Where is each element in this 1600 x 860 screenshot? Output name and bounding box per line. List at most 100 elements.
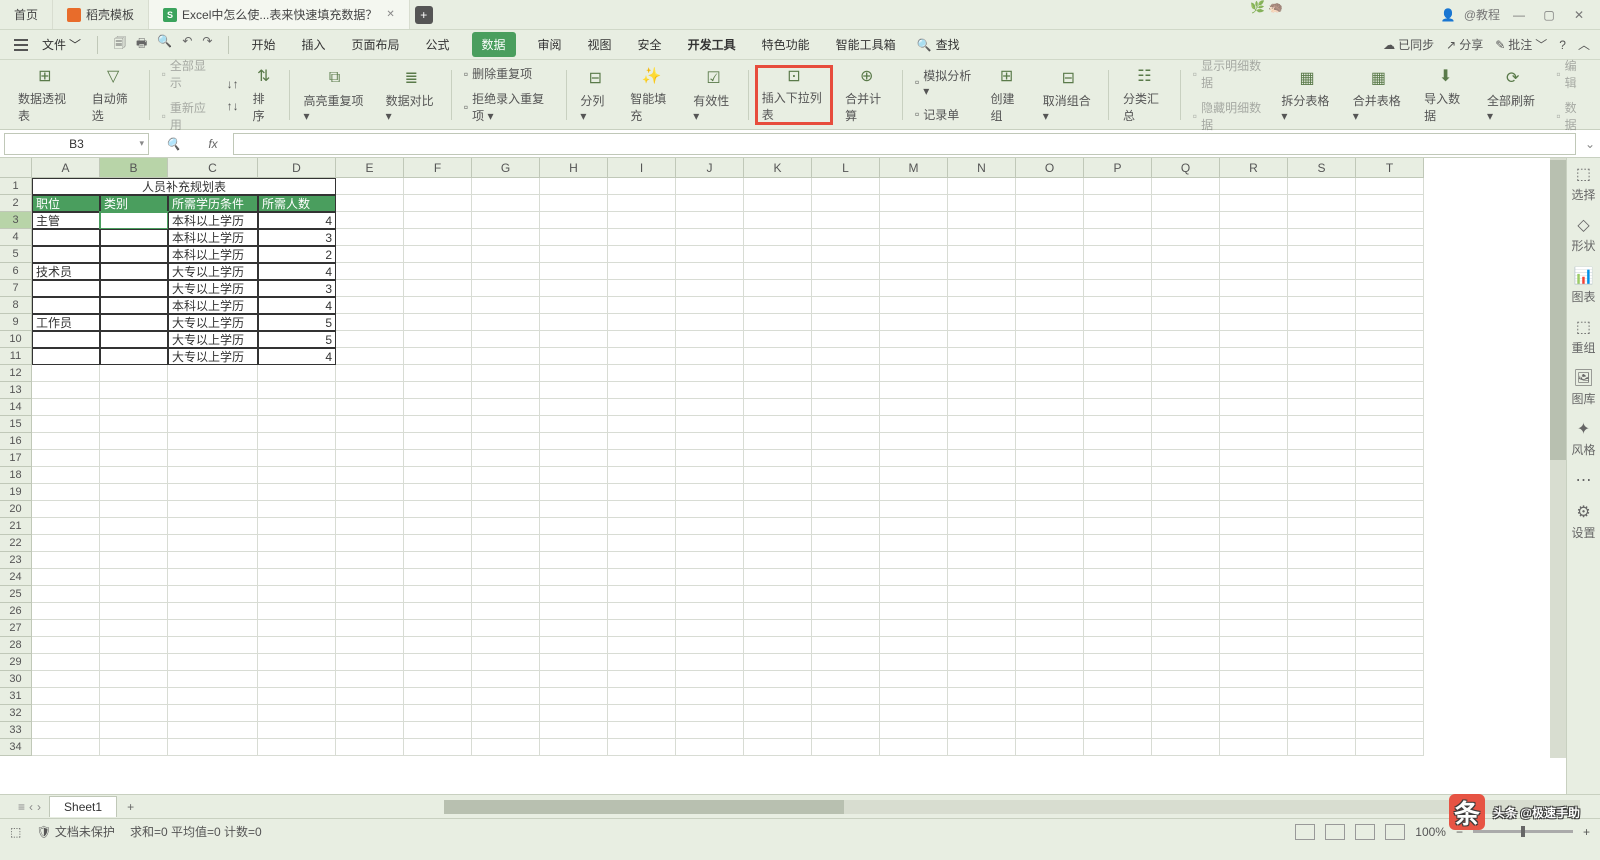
cell-A17[interactable] (32, 450, 100, 467)
cell-K17[interactable] (744, 450, 812, 467)
cell-P5[interactable] (1084, 246, 1152, 263)
cell-Q4[interactable] (1152, 229, 1220, 246)
cell-S22[interactable] (1288, 535, 1356, 552)
cell-M11[interactable] (880, 348, 948, 365)
cell-T26[interactable] (1356, 603, 1424, 620)
cell-K9[interactable] (744, 314, 812, 331)
cell-R25[interactable] (1220, 586, 1288, 603)
cell-N14[interactable] (948, 399, 1016, 416)
cell-A11[interactable] (32, 348, 100, 365)
cell-C15[interactable] (168, 416, 258, 433)
cell-B19[interactable] (100, 484, 168, 501)
cell-O2[interactable] (1016, 195, 1084, 212)
cell-E15[interactable] (336, 416, 404, 433)
preview-icon[interactable]: 🔍 (157, 34, 172, 55)
cell-H11[interactable] (540, 348, 608, 365)
cell-D22[interactable] (258, 535, 336, 552)
cell-Q5[interactable] (1152, 246, 1220, 263)
cell-N4[interactable] (948, 229, 1016, 246)
cell-O16[interactable] (1016, 433, 1084, 450)
cell-I20[interactable] (608, 501, 676, 518)
sidepanel-图表[interactable]: 📊图表 (1571, 266, 1595, 305)
cell-R27[interactable] (1220, 620, 1288, 637)
cell-T15[interactable] (1356, 416, 1424, 433)
cell-E12[interactable] (336, 365, 404, 382)
cell-T28[interactable] (1356, 637, 1424, 654)
cell-N18[interactable] (948, 467, 1016, 484)
cell-F27[interactable] (404, 620, 472, 637)
cell-C17[interactable] (168, 450, 258, 467)
row-header-12[interactable]: 12 (0, 365, 32, 382)
cell-S28[interactable] (1288, 637, 1356, 654)
cell-E11[interactable] (336, 348, 404, 365)
cell-D34[interactable] (258, 739, 336, 756)
cell-E24[interactable] (336, 569, 404, 586)
cell-B11[interactable] (100, 348, 168, 365)
cell-F14[interactable] (404, 399, 472, 416)
cell-D3[interactable]: 4 (258, 212, 336, 229)
cell-G6[interactable] (472, 263, 540, 280)
formula-input[interactable] (233, 133, 1576, 155)
cell-I14[interactable] (608, 399, 676, 416)
ribbon-数据透视表[interactable]: ⊞数据透视表 (10, 65, 80, 125)
cell-B14[interactable] (100, 399, 168, 416)
sidepanel-设置[interactable]: ⚙设置 (1571, 502, 1595, 541)
cell-E28[interactable] (336, 637, 404, 654)
row-header-16[interactable]: 16 (0, 433, 32, 450)
cell-P25[interactable] (1084, 586, 1152, 603)
row-header-6[interactable]: 6 (0, 263, 32, 280)
cell-Q16[interactable] (1152, 433, 1220, 450)
row-header-34[interactable]: 34 (0, 739, 32, 756)
cell-T4[interactable] (1356, 229, 1424, 246)
cell-S11[interactable] (1288, 348, 1356, 365)
cell-O24[interactable] (1016, 569, 1084, 586)
cell-H10[interactable] (540, 331, 608, 348)
search-group[interactable]: 🔍查找 (917, 36, 960, 53)
cell-S27[interactable] (1288, 620, 1356, 637)
menu-tab-安全[interactable]: 安全 (634, 32, 666, 57)
cell-P9[interactable] (1084, 314, 1152, 331)
cell-M15[interactable] (880, 416, 948, 433)
scroll-thumb[interactable] (444, 800, 844, 814)
cell-P27[interactable] (1084, 620, 1152, 637)
cell-S13[interactable] (1288, 382, 1356, 399)
cell-R11[interactable] (1220, 348, 1288, 365)
ribbon-合并计算[interactable]: ⊕合并计算 (837, 65, 896, 125)
ribbon-拒绝录入重复项[interactable]: ▫拒绝录入重复项 ▾ (458, 88, 560, 126)
row-header-11[interactable]: 11 (0, 348, 32, 365)
cell-D15[interactable] (258, 416, 336, 433)
cell-G17[interactable] (472, 450, 540, 467)
cell-H32[interactable] (540, 705, 608, 722)
cell-S17[interactable] (1288, 450, 1356, 467)
cell-T33[interactable] (1356, 722, 1424, 739)
cell-K13[interactable] (744, 382, 812, 399)
cell-M13[interactable] (880, 382, 948, 399)
cell-B7[interactable] (100, 280, 168, 297)
col-header-N[interactable]: N (948, 158, 1016, 178)
cell-G1[interactable] (472, 178, 540, 195)
cell-N21[interactable] (948, 518, 1016, 535)
cell-Q2[interactable] (1152, 195, 1220, 212)
cell-H26[interactable] (540, 603, 608, 620)
view-read-icon[interactable] (1355, 824, 1375, 840)
cell-I33[interactable] (608, 722, 676, 739)
cell-M23[interactable] (880, 552, 948, 569)
menu-tab-审阅[interactable]: 审阅 (534, 32, 566, 57)
cell-A16[interactable] (32, 433, 100, 450)
cell-S32[interactable] (1288, 705, 1356, 722)
ribbon-拆分表格[interactable]: ▦拆分表格 ▾ (1273, 65, 1340, 125)
cell-H28[interactable] (540, 637, 608, 654)
close-button[interactable]: ✕ (1568, 4, 1590, 26)
cell-I23[interactable] (608, 552, 676, 569)
cell-Q22[interactable] (1152, 535, 1220, 552)
cell-A30[interactable] (32, 671, 100, 688)
cell-S6[interactable] (1288, 263, 1356, 280)
row-header-13[interactable]: 13 (0, 382, 32, 399)
cell-P34[interactable] (1084, 739, 1152, 756)
cell-S15[interactable] (1288, 416, 1356, 433)
cell-T25[interactable] (1356, 586, 1424, 603)
cell-R22[interactable] (1220, 535, 1288, 552)
cell-Q14[interactable] (1152, 399, 1220, 416)
cell-D9[interactable]: 5 (258, 314, 336, 331)
col-header-C[interactable]: C (168, 158, 258, 178)
